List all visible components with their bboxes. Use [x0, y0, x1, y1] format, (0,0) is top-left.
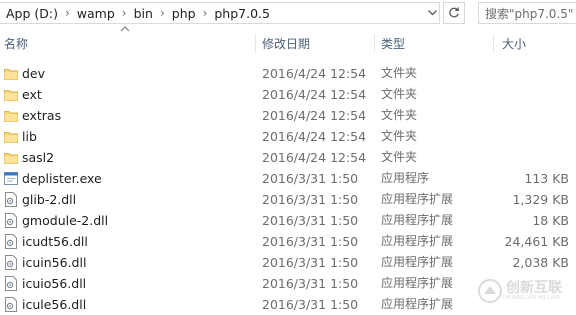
file-name: icudt56.dll [22, 234, 88, 249]
file-date: 2016/3/31 1:50 [262, 234, 359, 249]
column-divider[interactable] [374, 34, 375, 52]
dll-icon [4, 276, 18, 291]
watermark-logo: 创新互联 CHUANG XIN HU LIAN [478, 276, 576, 306]
list-item[interactable]: icuin56.dll 2016/3/31 1:50 应用程序扩展 2,038 … [0, 252, 576, 273]
file-name: glib-2.dll [22, 192, 77, 207]
brand-logo-icon [478, 279, 502, 303]
file-date: 2016/3/31 1:50 [262, 171, 359, 186]
breadcrumb-separator-icon[interactable]: › [122, 6, 127, 20]
file-name: dev [22, 66, 46, 81]
file-name: icuio56.dll [22, 276, 87, 291]
folder-icon [4, 129, 18, 144]
column-header-name[interactable]: 名称 [4, 28, 28, 58]
file-size: 113 KB [524, 171, 569, 186]
file-date: 2016/3/31 1:50 [262, 297, 359, 312]
column-divider[interactable] [255, 34, 256, 52]
folder-icon [4, 150, 18, 165]
file-date: 2016/4/24 12:54 [262, 108, 367, 123]
file-size: 2,038 KB [512, 255, 569, 270]
breadcrumb-wamp[interactable]: wamp [77, 6, 115, 21]
dll-icon [4, 297, 18, 312]
file-date: 2016/4/24 12:54 [262, 87, 367, 102]
dll-icon [4, 234, 18, 249]
file-date: 2016/4/24 12:54 [262, 66, 367, 81]
file-type: 应用程序扩展 [381, 276, 454, 290]
file-name: deplister.exe [22, 171, 102, 186]
file-type: 文件夹 [381, 66, 418, 80]
breadcrumb-php705[interactable]: php7.0.5 [214, 6, 270, 21]
list-item[interactable]: extras 2016/4/24 12:54 文件夹 [0, 105, 576, 126]
list-item[interactable]: glib-2.dll 2016/3/31 1:50 应用程序扩展 1,329 K… [0, 189, 576, 210]
file-name: sasl2 [22, 150, 55, 165]
file-name: extras [22, 108, 62, 123]
exe-icon [4, 171, 18, 186]
list-item[interactable]: deplister.exe 2016/3/31 1:50 应用程序 113 KB [0, 168, 576, 189]
file-type: 应用程序扩展 [381, 213, 454, 227]
folder-icon [4, 108, 18, 123]
list-item[interactable]: dev 2016/4/24 12:54 文件夹 [0, 63, 576, 84]
file-name: icuin56.dll [22, 255, 87, 270]
breadcrumb-drive[interactable]: App (D:) [6, 6, 58, 21]
dll-icon [4, 255, 18, 270]
file-date: 2016/3/31 1:50 [262, 192, 359, 207]
file-type: 应用程序扩展 [381, 192, 454, 206]
address-history-dropdown[interactable] [424, 4, 440, 22]
file-name: lib [22, 129, 37, 144]
file-size: 1,329 KB [512, 192, 569, 207]
list-item[interactable]: lib 2016/4/24 12:54 文件夹 [0, 126, 576, 147]
file-type: 文件夹 [381, 129, 418, 143]
file-type: 文件夹 [381, 108, 418, 122]
refresh-icon [449, 7, 459, 18]
file-type: 应用程序扩展 [381, 234, 454, 248]
dll-icon [4, 192, 18, 207]
list-item[interactable]: icudt56.dll 2016/3/31 1:50 应用程序扩展 24,461… [0, 231, 576, 252]
column-divider[interactable] [493, 34, 494, 52]
breadcrumb-bin[interactable]: bin [134, 6, 153, 21]
file-date: 2016/4/24 12:54 [262, 150, 367, 165]
refresh-button[interactable] [443, 2, 465, 24]
file-type: 文件夹 [381, 87, 418, 101]
folder-icon [4, 66, 18, 81]
sort-ascending-icon [120, 26, 130, 32]
dll-icon [4, 213, 18, 228]
list-item[interactable]: sasl2 2016/4/24 12:54 文件夹 [0, 147, 576, 168]
file-type: 应用程序 [381, 171, 430, 185]
list-item[interactable]: gmodule-2.dll 2016/3/31 1:50 应用程序扩展 18 K… [0, 210, 576, 231]
column-header-row: 名称 修改日期 类型 大小 [0, 26, 576, 58]
breadcrumb-separator-icon[interactable]: › [160, 6, 165, 20]
search-input[interactable]: 搜索"php7.0.5" [478, 2, 576, 24]
file-type: 应用程序扩展 [381, 255, 454, 269]
file-name: icule56.dll [22, 297, 87, 312]
file-date: 2016/3/31 1:50 [262, 213, 359, 228]
list-item[interactable]: ext 2016/4/24 12:54 文件夹 [0, 84, 576, 105]
file-date: 2016/4/24 12:54 [262, 129, 367, 144]
navigation-bar: App (D:) › wamp › bin › php › php7.0.5 搜… [0, 0, 576, 28]
breadcrumb-php[interactable]: php [172, 6, 196, 21]
file-name: gmodule-2.dll [22, 213, 109, 228]
breadcrumb-separator-icon[interactable]: › [65, 6, 70, 20]
watermark-subtitle: CHUANG XIN HU LIAN [502, 295, 560, 301]
file-date: 2016/3/31 1:50 [262, 276, 359, 291]
chevron-down-icon [427, 10, 437, 16]
column-header-date[interactable]: 修改日期 [262, 28, 310, 58]
column-header-type[interactable]: 类型 [381, 28, 405, 58]
file-type: 文件夹 [381, 150, 418, 164]
column-header-size[interactable]: 大小 [502, 28, 526, 58]
file-type: 应用程序扩展 [381, 297, 454, 311]
folder-icon [4, 87, 18, 102]
file-size: 24,461 KB [504, 234, 569, 249]
breadcrumb-separator-icon[interactable]: › [203, 6, 208, 20]
file-date: 2016/3/31 1:50 [262, 255, 359, 270]
address-bar[interactable]: App (D:) › wamp › bin › php › php7.0.5 [0, 2, 440, 24]
file-name: ext [22, 87, 42, 102]
watermark-title: 创新互联 [506, 280, 562, 296]
file-size: 18 KB [532, 213, 569, 228]
